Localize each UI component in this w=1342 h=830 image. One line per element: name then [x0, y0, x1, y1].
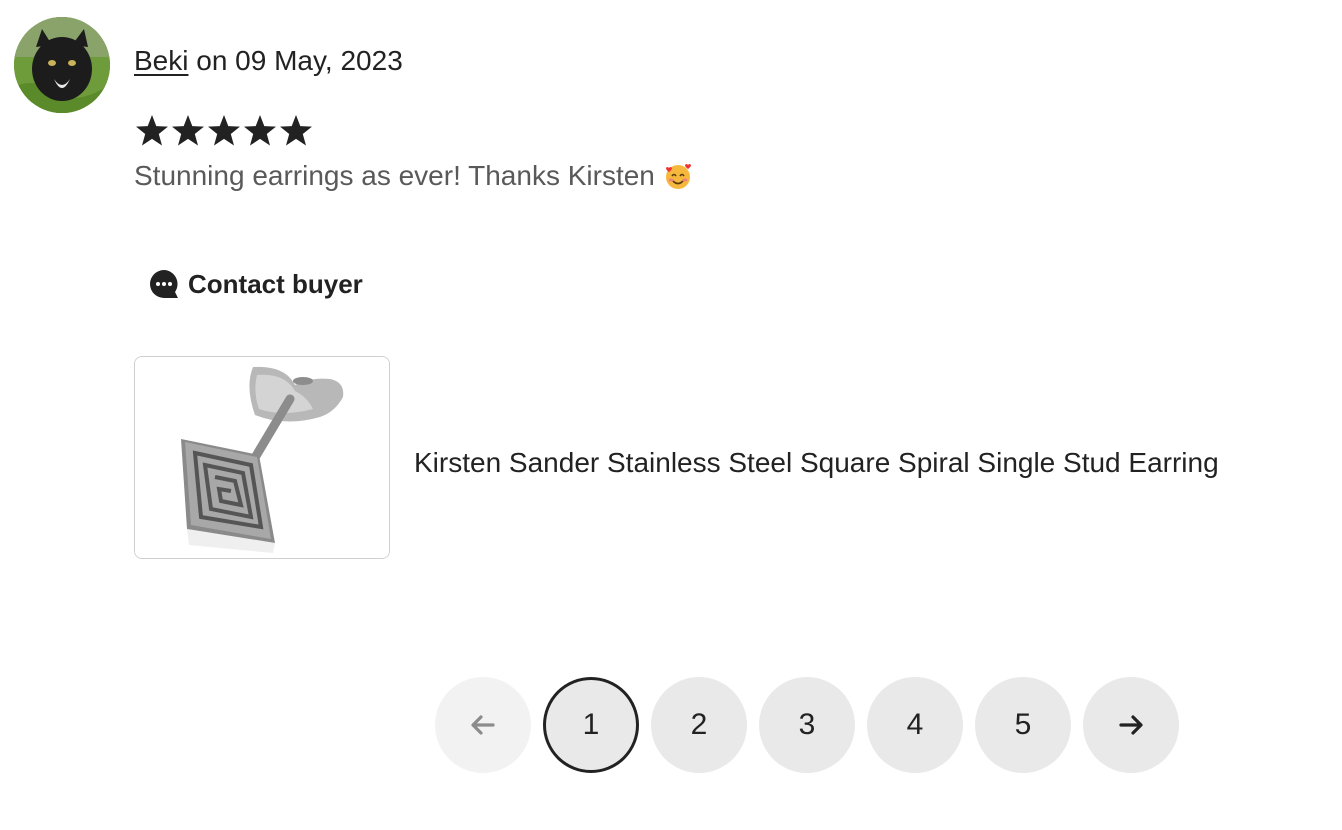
star-icon — [244, 115, 276, 146]
review-byline: Beki on 09 May, 2023 — [134, 43, 403, 79]
contact-buyer-label: Contact buyer — [188, 268, 363, 299]
product-title-link[interactable]: Kirsten Sander Stainless Steel Square Sp… — [414, 444, 1219, 482]
page-4-button[interactable]: 4 — [867, 677, 963, 773]
page-3-button[interactable]: 3 — [759, 677, 855, 773]
page-1-button[interactable]: 1 — [543, 677, 639, 773]
star-icon — [136, 115, 168, 146]
page-number: 3 — [798, 708, 816, 741]
star-icon — [208, 115, 240, 146]
star-rating — [134, 111, 314, 151]
smiling-face-with-hearts-icon — [665, 164, 691, 189]
page-number: 4 — [906, 708, 924, 741]
page-5-button[interactable]: 5 — [975, 677, 1071, 773]
star-icon — [280, 115, 312, 146]
page-number: 5 — [1014, 708, 1032, 741]
star-icon — [172, 115, 204, 146]
reviewer-name-link[interactable]: Beki — [134, 45, 188, 76]
next-page-button[interactable] — [1083, 677, 1179, 773]
page-2-button[interactable]: 2 — [651, 677, 747, 773]
product-thumbnail[interactable] — [134, 356, 390, 559]
contact-buyer-button[interactable]: Contact buyer — [148, 266, 363, 302]
arrow-right-icon — [1119, 715, 1143, 735]
previous-page-button[interactable] — [435, 677, 531, 773]
review-date: on 09 May, 2023 — [188, 45, 403, 76]
page-number: 2 — [690, 708, 708, 741]
earring-image — [135, 357, 389, 558]
arrow-left-icon — [471, 715, 495, 735]
pagination: 1 2 3 4 5 — [435, 677, 1179, 773]
review-text: Stunning earrings as ever! Thanks Kirste… — [134, 158, 693, 194]
chat-bubble-icon — [150, 270, 178, 298]
page-number: 1 — [582, 708, 600, 741]
cat-photo — [14, 17, 110, 113]
review-body: Stunning earrings as ever! Thanks Kirste… — [134, 160, 655, 191]
reviewer-avatar — [14, 17, 110, 113]
